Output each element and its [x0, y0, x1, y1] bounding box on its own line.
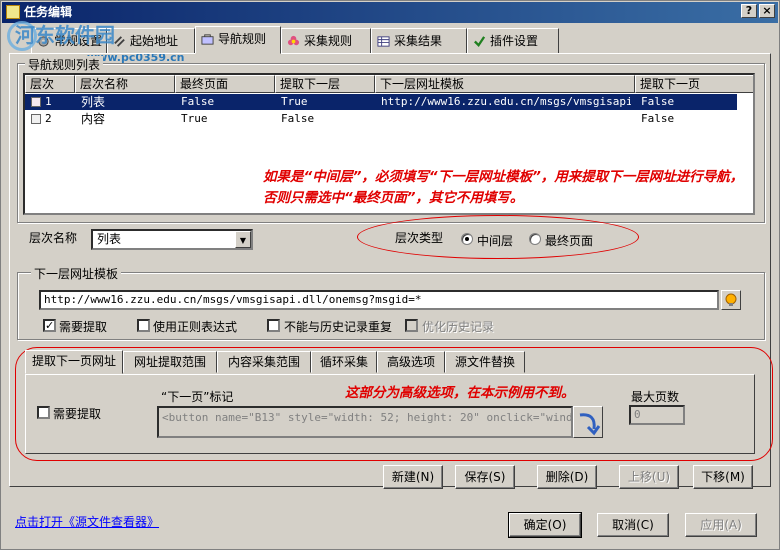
use-regex-checkbox[interactable]	[137, 319, 150, 332]
flower-icon	[287, 35, 300, 46]
column-header[interactable]: 提取下一层	[275, 75, 375, 93]
level-name-value: 列表	[97, 232, 122, 246]
new-rule-button[interactable]: 新建(N)	[383, 465, 443, 489]
column-header[interactable]: 最终页面	[175, 75, 275, 93]
row-icon	[31, 114, 41, 124]
delete-rule-button[interactable]: 删除(D)	[537, 465, 597, 489]
level-type-label: 层次类型	[395, 231, 444, 245]
optimize-history-label: 优化历史记录	[422, 320, 495, 334]
radio-final-label: 最终页面	[545, 234, 594, 248]
tab-label: 插件设置	[490, 34, 539, 48]
level-name-combo[interactable]: 列表 ▼	[91, 229, 253, 250]
column-header[interactable]: 提取下一页	[635, 75, 753, 93]
chevron-down-icon[interactable]: ▼	[235, 231, 251, 248]
cell-final: True	[181, 112, 208, 125]
help-button[interactable]: ?	[741, 4, 757, 18]
rules-group-title: 导航规则列表	[25, 56, 104, 73]
need-extract-label: 需要提取	[59, 320, 108, 334]
column-header[interactable]: 下一层网址模板	[375, 75, 635, 93]
tab-plugin-settings[interactable]: 插件设置	[467, 28, 559, 54]
cell-name: 列表	[81, 95, 106, 109]
move-up-button[interactable]: 上移(U)	[619, 465, 679, 489]
no-duplicate-label: 不能与历史记录重复	[284, 320, 393, 334]
navigation-icon	[201, 34, 214, 45]
optimize-history-checkbox	[405, 319, 418, 332]
open-source-viewer-link[interactable]: 点击打开《源文件查看器》	[15, 513, 159, 530]
need-extract-checkbox[interactable]: ✓	[43, 319, 56, 332]
use-regex-label: 使用正则表达式	[153, 320, 238, 334]
tab-navigation-rules[interactable]: 导航规则	[195, 26, 281, 54]
tab-label: 导航规则	[218, 32, 267, 46]
bulb-icon	[725, 293, 737, 306]
task-edit-window: 任务编辑 ? × 常规设置 起始地址 导航规则 采集规则 采集结果 插件设置 河…	[0, 0, 780, 550]
title-bar: 任务编辑	[2, 2, 778, 23]
apply-button[interactable]: 应用(A)	[685, 513, 757, 537]
level-name-label: 层次名称	[29, 231, 78, 245]
annotation-box	[15, 347, 773, 461]
radio-middle-level[interactable]	[461, 233, 473, 245]
ok-button[interactable]: 确定(O)	[508, 512, 582, 538]
cell-next-page: False	[641, 95, 675, 108]
tab-collect-results[interactable]: 采集结果	[371, 28, 467, 54]
template-helper-button[interactable]	[721, 290, 741, 310]
tab-label: 采集结果	[394, 34, 443, 48]
check-icon	[474, 36, 486, 48]
next-template-input[interactable]: http://www16.zzu.edu.cn/msgs/vmsgisapi.d…	[39, 290, 719, 310]
close-button[interactable]: ×	[759, 4, 775, 18]
radio-final-page[interactable]	[529, 233, 541, 245]
cell-level: 2	[45, 112, 52, 125]
cell-extract-next: True	[281, 95, 308, 108]
tab-label: 起始地址	[130, 34, 179, 48]
column-header[interactable]: 层次	[25, 75, 75, 93]
cell-level: 1	[45, 95, 52, 108]
cell-template: http://www16.zzu.edu.cn/msgs/vmsgisapi..…	[381, 95, 631, 108]
tab-label: 采集规则	[304, 34, 353, 48]
save-rule-button[interactable]: 保存(S)	[455, 465, 515, 489]
move-down-button[interactable]: 下移(M)	[693, 465, 753, 489]
row-icon	[31, 97, 41, 107]
subtab-next-page-url[interactable]: 提取下一页网址	[25, 350, 123, 374]
radio-middle-label: 中间层	[477, 234, 514, 248]
app-icon	[6, 5, 20, 19]
cell-final: False	[181, 95, 215, 108]
annotation-top: 如果是“中间层”，必须填写“下一层网址模板”，用来提取下一层网址进行导航，否则只…	[263, 169, 744, 206]
window-title: 任务编辑	[24, 5, 73, 19]
table-row[interactable]: 2 内容 True False False	[25, 111, 737, 127]
cell-extract-next: False	[281, 112, 315, 125]
tab-collect-rules[interactable]: 采集规则	[281, 28, 371, 54]
table-row[interactable]: 1 列表 False True http://www16.zzu.edu.cn/…	[25, 94, 737, 110]
next-template-title: 下一层网址模板	[31, 265, 122, 282]
table-icon	[377, 36, 390, 47]
no-duplicate-checkbox[interactable]	[267, 319, 280, 332]
cell-name: 内容	[81, 112, 106, 126]
list-header: 层次 层次名称 最终页面 提取下一层 下一层网址模板 提取下一页	[25, 75, 753, 93]
watermark-text: 河东软件园	[15, 23, 115, 47]
cell-next-page: False	[641, 112, 675, 125]
cancel-button[interactable]: 取消(C)	[597, 513, 669, 537]
column-header[interactable]: 层次名称	[75, 75, 175, 93]
